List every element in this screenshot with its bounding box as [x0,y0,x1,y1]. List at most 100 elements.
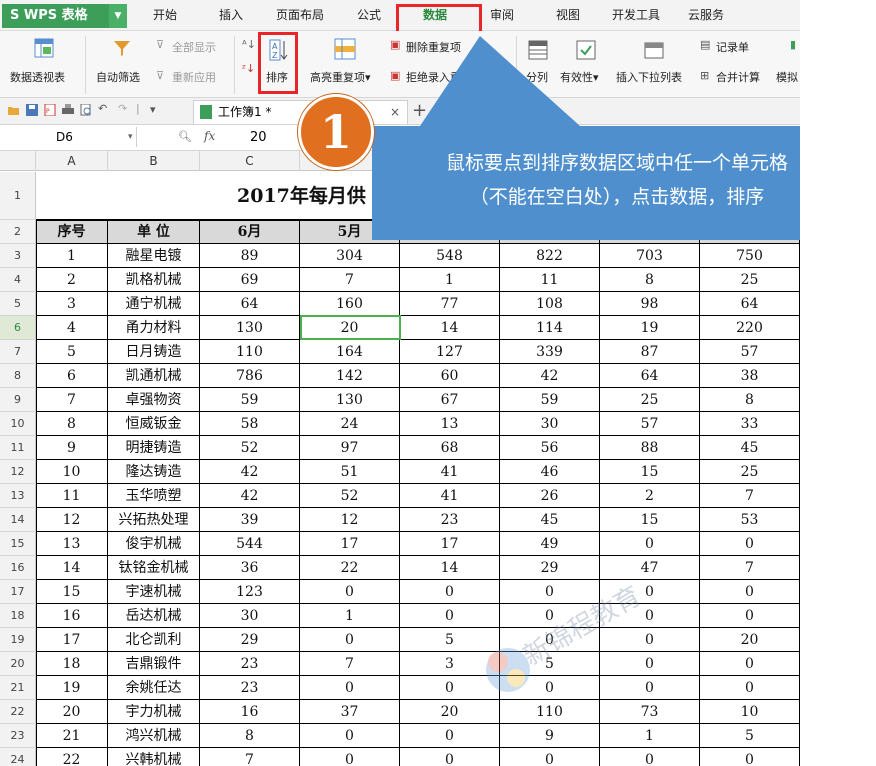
table-cell[interactable]: 7 [700,556,800,580]
column-header-b[interactable]: B [108,151,200,171]
reject-duplicates-button[interactable]: 拒绝录入重 [406,69,461,85]
table-cell[interactable]: 47 [600,556,700,580]
delete-duplicates-icon[interactable]: ▣ [390,38,400,51]
column-header-a[interactable]: A [36,151,108,171]
row-header[interactable]: 8 [0,364,36,388]
row-header[interactable]: 2 [0,220,36,244]
table-cell[interactable]: 0 [300,628,400,652]
app-menu-button[interactable]: S WPS 表格 ▼ [2,4,127,28]
simulate-icon[interactable]: ▮ [790,38,796,51]
table-cell[interactable]: 13 [36,532,108,556]
table-cell[interactable]: 20 [700,628,800,652]
table-cell[interactable]: 20 [36,700,108,724]
table-cell[interactable]: 0 [400,580,500,604]
row-header[interactable]: 9 [0,388,36,412]
table-cell[interactable]: 160 [300,292,400,316]
table-cell[interactable]: 0 [600,604,700,628]
table-cell[interactable]: 29 [200,628,300,652]
table-cell[interactable]: 2 [36,268,108,292]
table-cell[interactable]: 0 [700,652,800,676]
table-cell[interactable]: 339 [500,340,600,364]
highlight-duplicates-button[interactable]: 高亮重复项▾ [310,69,371,85]
row-header[interactable]: 13 [0,484,36,508]
row-header[interactable]: 21 [0,676,36,700]
table-cell[interactable]: 22 [300,556,400,580]
table-cell[interactable]: 114 [500,316,600,340]
table-cell[interactable]: 304 [300,244,400,268]
row-header[interactable]: 15 [0,532,36,556]
table-cell[interactable]: 786 [200,364,300,388]
table-cell[interactable]: 88 [600,436,700,460]
merge-calc-button[interactable]: 合并计算 [716,69,760,85]
table-cell[interactable]: 110 [500,700,600,724]
table-cell[interactable]: 25 [600,388,700,412]
table-cell[interactable]: 548 [400,244,500,268]
print-icon[interactable] [62,104,74,116]
table-cell[interactable]: 15 [600,460,700,484]
row-header[interactable]: 20 [0,652,36,676]
table-cell[interactable]: 隆达铸造 [108,460,200,484]
table-cell[interactable]: 52 [300,484,400,508]
table-cell[interactable]: 5 [36,340,108,364]
table-cell[interactable]: 宇速机械 [108,580,200,604]
table-cell[interactable]: 8 [200,724,300,748]
split-column-button[interactable]: 分列 [526,69,548,85]
table-cell[interactable]: 0 [300,724,400,748]
table-cell[interactable]: 8 [700,388,800,412]
table-cell[interactable]: 19 [36,676,108,700]
table-cell[interactable]: 0 [700,748,800,766]
table-cell[interactable]: 87 [600,340,700,364]
table-cell[interactable]: 0 [700,532,800,556]
table-cell[interactable]: 53 [700,508,800,532]
table-cell[interactable]: 10 [700,700,800,724]
row-header[interactable]: 10 [0,412,36,436]
table-cell[interactable]: 60 [400,364,500,388]
table-cell[interactable]: 18 [36,652,108,676]
table-cell[interactable]: 64 [600,364,700,388]
sort-asc-icon[interactable]: ᴬ↓ [242,38,256,51]
row-header[interactable]: 4 [0,268,36,292]
table-cell[interactable]: 22 [36,748,108,766]
table-cell[interactable]: 57 [700,340,800,364]
table-cell[interactable]: 30 [200,604,300,628]
table-cell[interactable]: 0 [400,748,500,766]
name-box-chevron-down-icon[interactable]: ▾ [128,127,133,147]
table-cell[interactable]: 融星电镀 [108,244,200,268]
table-cell[interactable]: 108 [500,292,600,316]
table-cell[interactable]: 822 [500,244,600,268]
validity-icon[interactable] [576,40,596,60]
row-header[interactable]: 19 [0,628,36,652]
table-cell[interactable]: 1 [36,244,108,268]
table-cell[interactable]: 鸿兴机械 [108,724,200,748]
table-cell[interactable]: 3 [36,292,108,316]
simulate-button[interactable]: 模拟 [776,69,798,85]
table-cell[interactable]: 13 [400,412,500,436]
table-cell[interactable]: 0 [600,580,700,604]
table-cell[interactable]: 64 [200,292,300,316]
table-cell[interactable]: 58 [200,412,300,436]
validity-button[interactable]: 有效性▾ [560,69,599,85]
row-header[interactable]: 3 [0,244,36,268]
table-cell[interactable]: 0 [400,604,500,628]
table-cell[interactable]: 544 [200,532,300,556]
row-header[interactable]: 6 [0,316,36,340]
table-cell[interactable]: 卓强物资 [108,388,200,412]
undo-icon[interactable]: ↶ [98,102,107,115]
table-cell[interactable]: 12 [300,508,400,532]
table-cell[interactable]: 4 [36,316,108,340]
table-cell[interactable]: 0 [600,628,700,652]
table-cell[interactable]: 0 [600,748,700,766]
table-cell[interactable]: 14 [400,556,500,580]
table-cell[interactable]: 0 [500,604,600,628]
table-cell[interactable]: 0 [400,676,500,700]
table-cell[interactable]: 20 [400,700,500,724]
table-cell[interactable]: 14 [400,316,500,340]
tab-insert[interactable]: 插入 [206,0,256,30]
highlight-duplicates-icon[interactable] [334,38,356,60]
table-cell[interactable]: 5 [500,652,600,676]
filter-icon[interactable] [112,38,132,58]
table-cell[interactable]: 吉鼎锻件 [108,652,200,676]
print-preview-icon[interactable] [80,104,92,116]
table-cell[interactable]: 余姚任达 [108,676,200,700]
table-cell[interactable]: 30 [500,412,600,436]
